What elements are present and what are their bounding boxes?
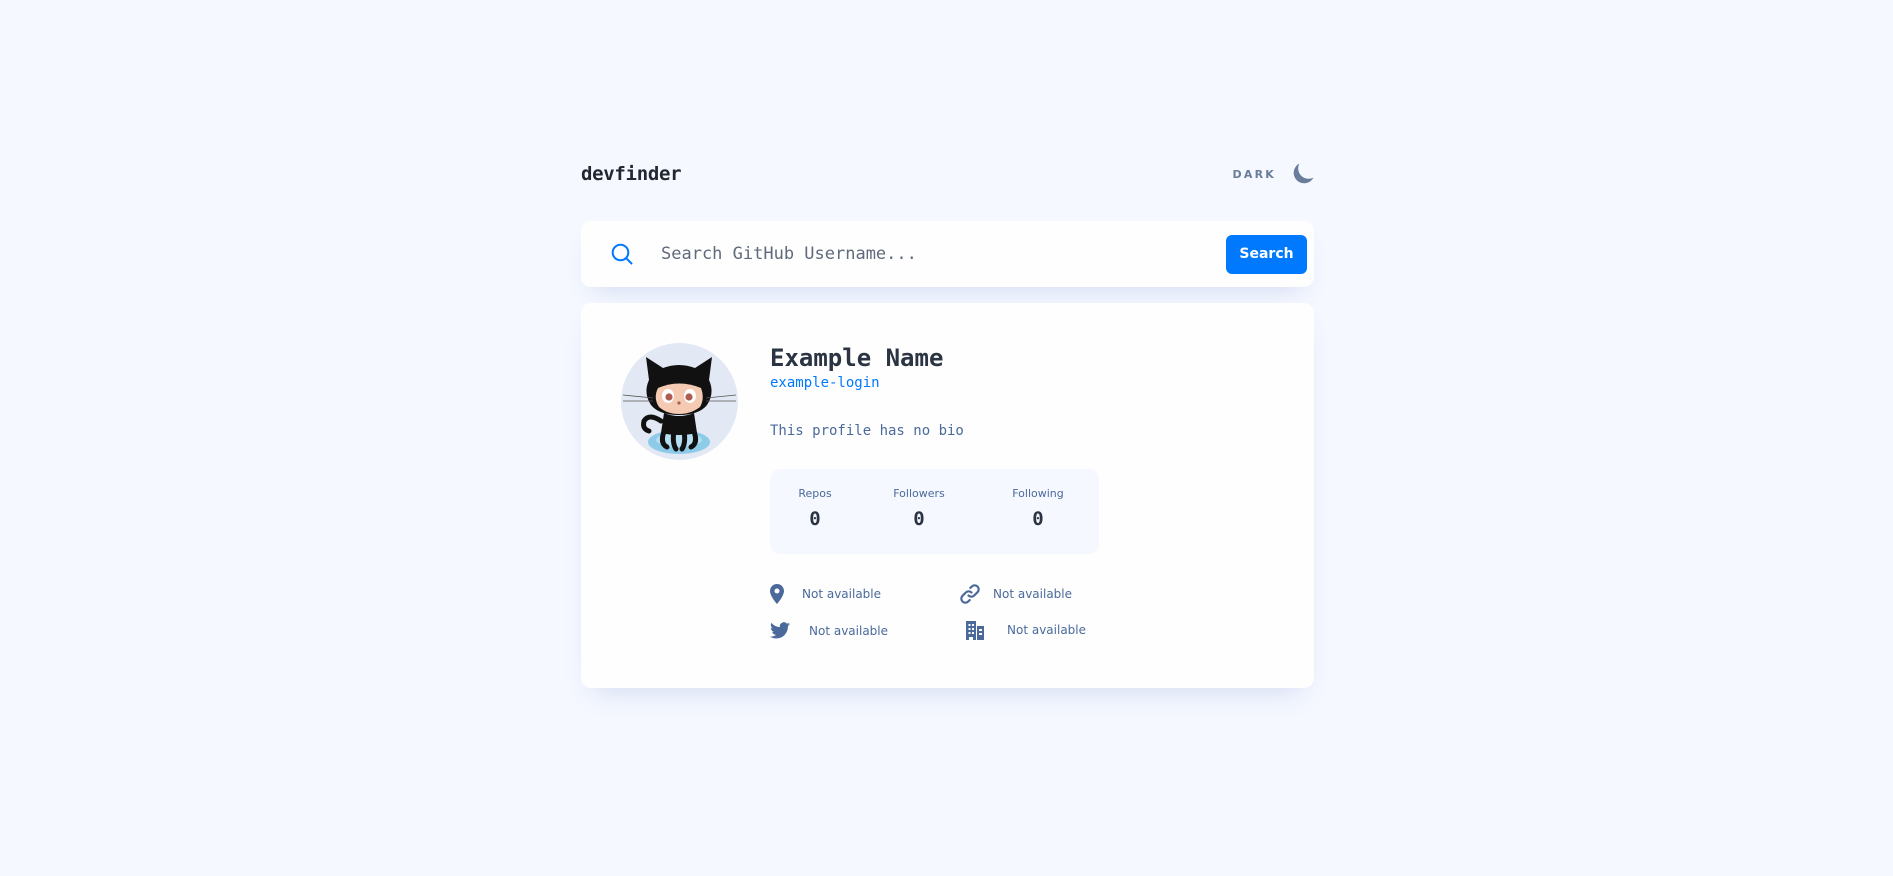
stats-panel: Repos 0 Followers 0 Following 0: [770, 469, 1099, 554]
profile-info: Example Name example-login This profile …: [770, 343, 1100, 646]
octocat-avatar: [622, 357, 737, 454]
avatar: [621, 343, 738, 460]
moon-icon: [1293, 163, 1314, 184]
stat-label: Followers: [893, 487, 945, 500]
stat-following: Following 0: [1012, 487, 1064, 530]
stat-label: Following: [1012, 487, 1064, 500]
search-input[interactable]: [661, 244, 1226, 264]
search-button[interactable]: Search: [1226, 234, 1307, 274]
profile-bio: This profile has no bio: [770, 423, 964, 439]
stat-followers: Followers 0: [893, 487, 945, 530]
search-icon: [611, 243, 633, 265]
stat-repos: Repos 0: [798, 487, 831, 530]
stat-value: 0: [913, 508, 925, 530]
stat-value: 0: [809, 508, 821, 530]
app-logo: devfinder: [581, 163, 682, 185]
theme-toggle-button[interactable]: DARK: [1233, 163, 1314, 185]
blog-item[interactable]: Not available: [960, 584, 1072, 604]
profile-card: Example Name example-login This profile …: [581, 303, 1314, 688]
profile-name: Example Name: [770, 344, 944, 372]
profile-links: Not available Not available Not availabl…: [770, 584, 1100, 646]
company-text: Not available: [1007, 623, 1087, 637]
app-container: devfinder DARK Search GitHub Username...…: [581, 158, 1314, 688]
twitter-icon: [770, 622, 790, 639]
profile-login-link[interactable]: example-login: [770, 375, 1100, 391]
location-text: Not available: [802, 587, 882, 601]
location-item: Not available: [770, 584, 881, 604]
theme-toggle-label: DARK: [1232, 167, 1276, 181]
location-pin-icon: [770, 584, 784, 604]
blog-text: Not available: [993, 587, 1073, 601]
stat-value: 0: [1032, 508, 1044, 530]
office-building-icon: [966, 621, 984, 640]
stat-label: Repos: [798, 487, 832, 500]
company-item: Not available: [965, 620, 1086, 640]
twitter-text: Not available: [809, 623, 889, 638]
header: devfinder DARK: [581, 158, 1314, 190]
link-chain-icon: [960, 584, 980, 604]
twitter-item[interactable]: Not available: [770, 622, 888, 639]
search-bar: Search: [581, 221, 1314, 287]
